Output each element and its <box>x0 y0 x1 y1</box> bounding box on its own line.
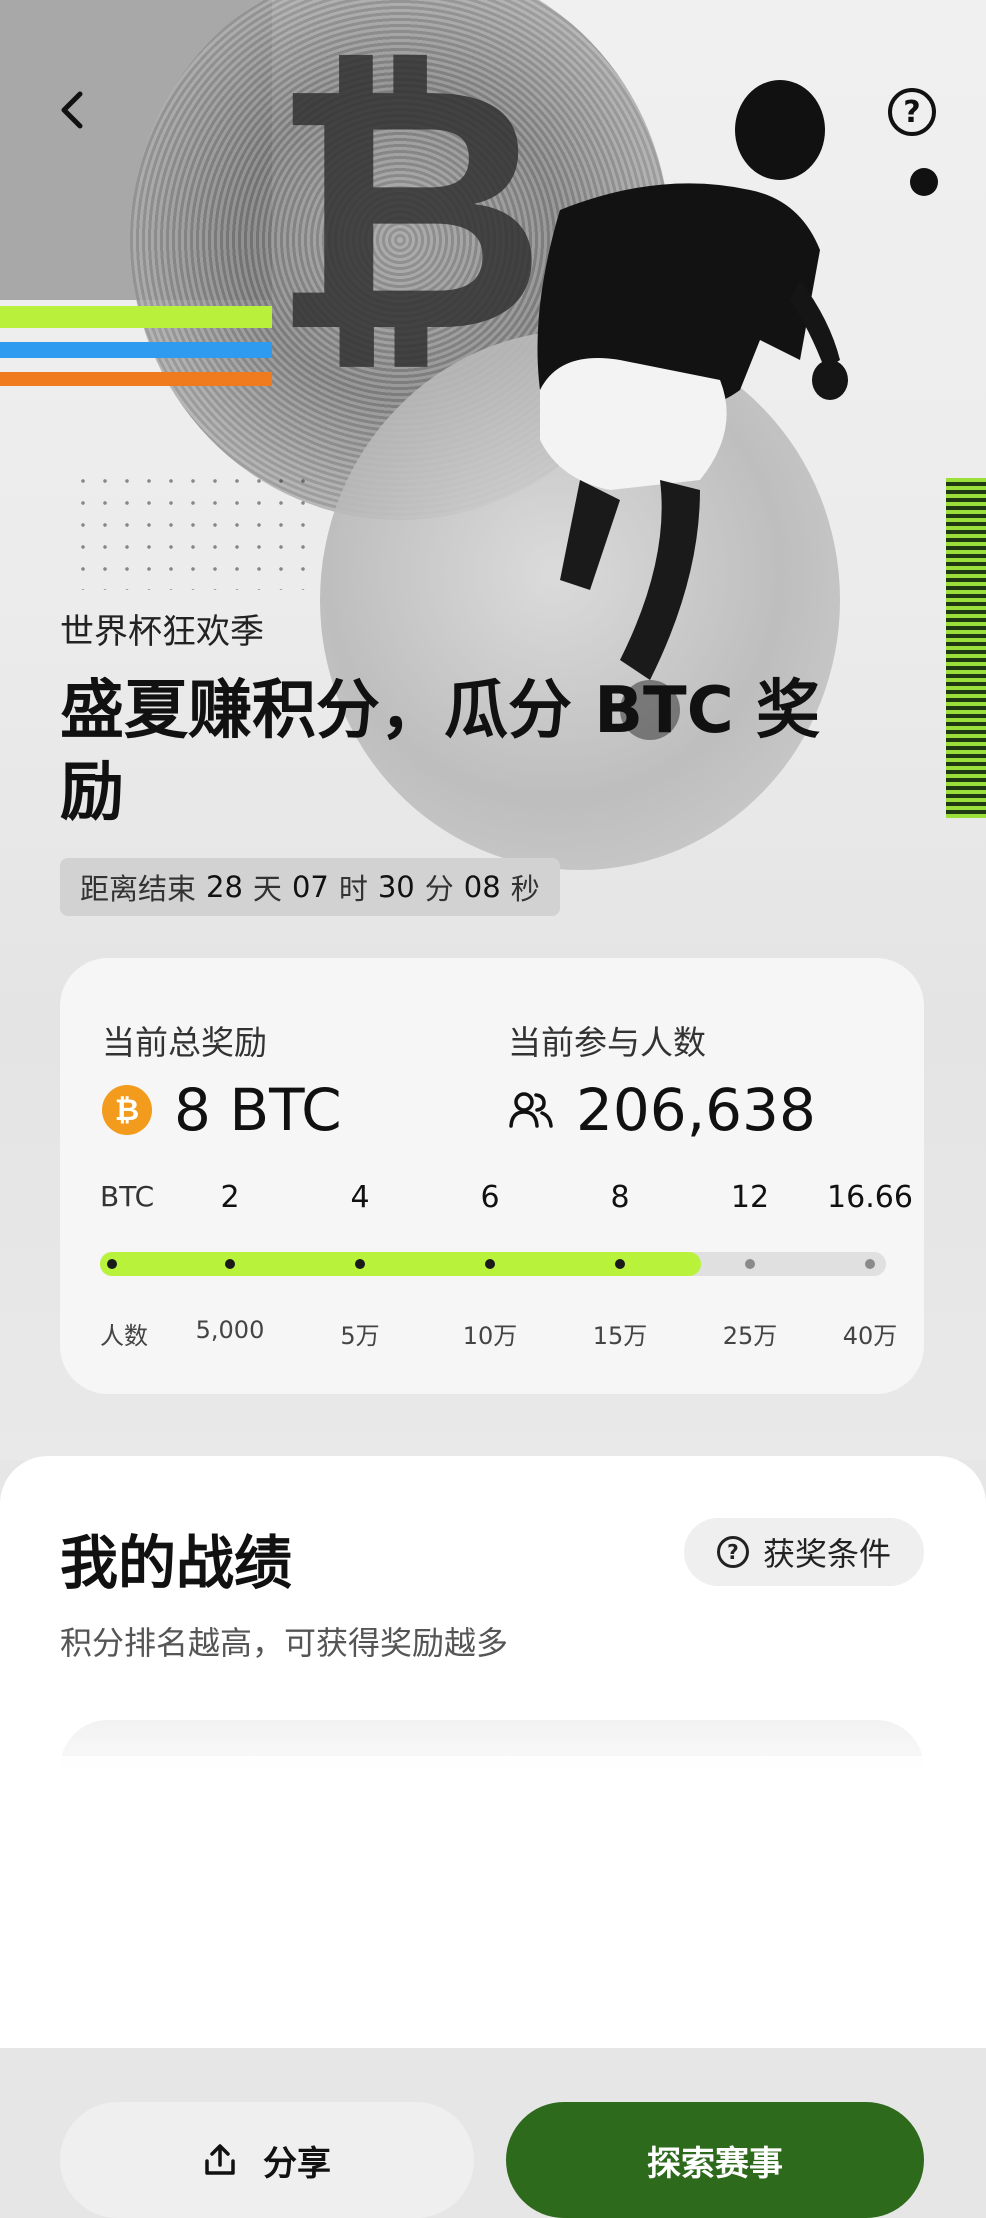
countdown-seconds: 08 <box>463 870 501 904</box>
countdown-timer: 距离结束 28 天 07 时 30 分 08 秒 <box>60 858 560 916</box>
btc-milestone-3: 6 <box>480 1180 500 1215</box>
btc-milestone-4: 8 <box>610 1180 630 1215</box>
total-reward-value: 8 BTC <box>174 1076 342 1144</box>
explore-label: 探索赛事 <box>647 2143 783 2184</box>
countdown-prefix: 距离结束 <box>80 872 197 906</box>
milestone-dot-5 <box>745 1259 755 1269</box>
people-milestone-row: 人数 5,000 5万 10万 15万 25万 40万 <box>100 1316 897 1356</box>
countdown-minutes: 30 <box>377 870 415 904</box>
question-icon: ? <box>716 1536 749 1568</box>
award-rules-button[interactable]: ? 获奖条件 <box>684 1518 924 1586</box>
btc-milestone-1: 2 <box>220 1180 240 1215</box>
people-milestone-3: 10万 <box>462 1322 518 1350</box>
btc-coin-icon: ₿ <box>102 1085 152 1135</box>
decor-stripe-green <box>0 306 272 328</box>
people-icon <box>509 1092 553 1128</box>
football-player-image <box>537 80 848 740</box>
decor-side-bar <box>946 478 986 818</box>
help-button[interactable]: ? <box>888 88 936 136</box>
milestone-dot-start <box>107 1259 117 1269</box>
milestone-dot-6 <box>865 1259 875 1269</box>
decor-stripe-orange <box>0 372 272 386</box>
btc-milestone-2: 4 <box>350 1180 370 1215</box>
people-row-label: 人数 <box>100 1322 148 1350</box>
campaign-eyebrow: 世界杯狂欢季 <box>60 612 264 652</box>
btc-milestone-row: BTC 2 4 6 8 12 16.66 <box>100 1180 913 1220</box>
participants-label: 当前参与人数 <box>508 1023 706 1062</box>
btc-milestone-5: 12 <box>730 1180 770 1215</box>
progress-track <box>100 1252 886 1276</box>
btc-milestone-6: 16.66 <box>827 1180 913 1215</box>
participants: 206,638 <box>508 1076 816 1144</box>
progress-fill <box>100 1252 702 1276</box>
share-button[interactable]: 分享 <box>60 2102 474 2218</box>
people-milestone-4: 15万 <box>592 1322 648 1350</box>
btc-row-label: BTC <box>100 1180 155 1213</box>
decor-dots <box>72 470 312 590</box>
share-label: 分享 <box>263 2143 331 2184</box>
back-button[interactable] <box>48 86 96 134</box>
chevron-left-icon <box>61 91 83 129</box>
section-title: 我的战绩 <box>60 1529 293 1597</box>
people-milestone-1: 5,000 <box>195 1316 265 1344</box>
milestone-progress: BTC 2 4 6 8 12 16.66 人数 5,000 5万 10万 15万 25万 40万 <box>100 1180 913 1356</box>
reward-card: 当前总奖励 ₿ 8 BTC 当前参与人数 206,638 BTC 2 4 6 8 12 1… <box>60 958 924 1394</box>
participants-value: 206,638 <box>576 1076 816 1144</box>
countdown-hours: 07 <box>291 870 329 904</box>
people-milestone-2: 5万 <box>340 1322 380 1350</box>
countdown-minutes-unit: 分 <box>424 872 454 906</box>
milestone-dot-3 <box>485 1259 495 1269</box>
milestone-dot-4 <box>615 1259 625 1269</box>
my-record-sheet: 我的战绩 ? 获奖条件 积分排名越高，可获得奖励越多 分享 探索赛事 <box>0 1456 986 2218</box>
countdown-days: 28 <box>206 870 243 904</box>
total-reward: ₿ 8 BTC <box>102 1076 342 1144</box>
section-subtitle: 积分排名越高，可获得奖励越多 <box>60 1624 509 1662</box>
countdown-days-unit: 天 <box>252 872 282 906</box>
bottom-bar: 分享 探索赛事 <box>0 1756 986 2218</box>
milestone-dot-1 <box>225 1259 235 1269</box>
people-milestone-5: 25万 <box>722 1322 778 1350</box>
people-milestone-6: 40万 <box>842 1322 898 1350</box>
award-rules-label: 获奖条件 <box>762 1535 891 1573</box>
countdown-hours-unit: 时 <box>338 872 368 906</box>
hero-banner: ₿ ? 世界杯狂欢季 盛夏赚积分，瓜分 BTC 奖励 距离结束 28 天 07 … <box>0 0 986 1460</box>
total-reward-label: 当前总奖励 <box>102 1023 267 1062</box>
page-title: 盛夏赚积分，瓜分 BTC 奖励 <box>60 674 820 830</box>
decor-dot <box>910 168 938 196</box>
explore-matches-button[interactable]: 探索赛事 <box>506 2102 924 2218</box>
decor-stripe-blue <box>0 342 272 358</box>
question-icon: ? <box>903 94 921 130</box>
share-icon <box>205 2144 235 2175</box>
milestone-dot-2 <box>355 1259 365 1269</box>
countdown-seconds-unit: 秒 <box>510 872 540 906</box>
